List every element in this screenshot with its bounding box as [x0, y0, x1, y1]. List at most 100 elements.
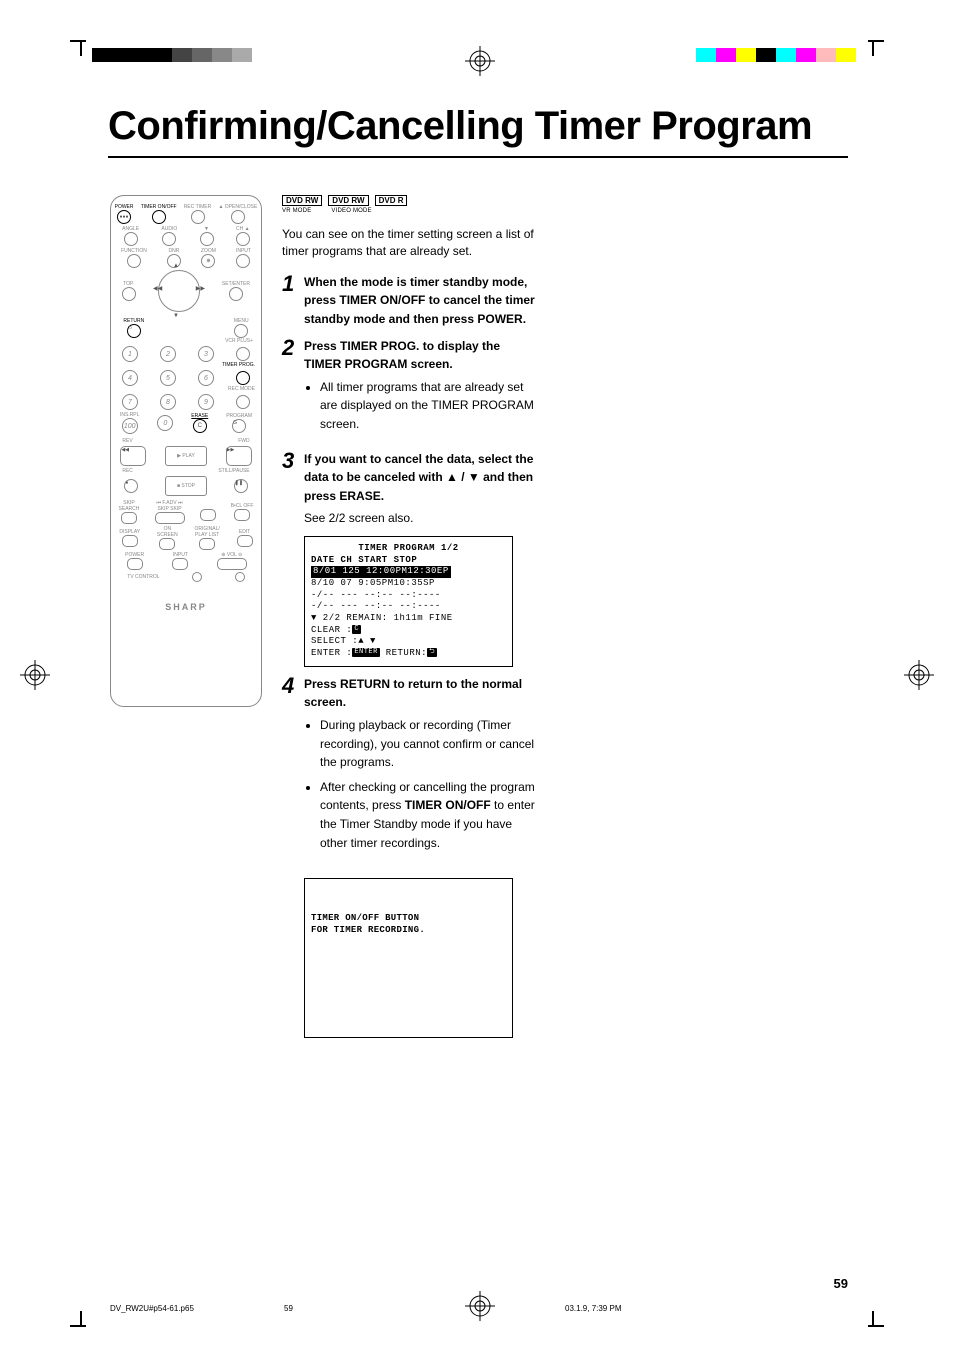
- remote-button: [121, 512, 137, 524]
- screen1-title: TIMER PROGRAM 1/2: [311, 543, 506, 555]
- remote-return-button: ⮌: [127, 324, 141, 338]
- step-num-3: 3: [282, 450, 304, 528]
- remote-button: ◀◀: [120, 446, 146, 466]
- step4-bold: RETURN: [340, 677, 390, 691]
- crop-mark: [80, 40, 82, 56]
- return-icon: ⮌: [427, 648, 437, 657]
- screen1-enter: ENTER :: [311, 648, 352, 658]
- remote-button: [229, 287, 243, 301]
- color-bar-left: [92, 48, 252, 62]
- screen1-row4: -/-- --- --:-- --:----: [311, 601, 506, 613]
- step1-bold2: POWER: [477, 312, 522, 326]
- step-1: 1 When the mode is timer standby mode, p…: [282, 273, 537, 329]
- subtag-video: VIDEO MODE: [331, 208, 371, 214]
- step1-post: .: [523, 312, 526, 326]
- remote-button: [235, 572, 245, 582]
- format-tags: DVD RW DVD RW DVD R: [282, 195, 537, 206]
- footer-file: DV_RW2U#p54-61.p65: [110, 1304, 194, 1313]
- remote-button: G: [232, 419, 246, 433]
- remote-button: [124, 232, 138, 246]
- color-bar-right: [696, 48, 856, 62]
- remote-button: [127, 254, 141, 268]
- screen1-clear-key: C: [352, 625, 361, 634]
- remote-button: [217, 558, 247, 570]
- remote-button: [234, 324, 248, 338]
- tag-dvd-rw-video: DVD RW: [328, 195, 368, 206]
- remote-button: ❚❚: [234, 479, 248, 493]
- timer-program-screen: TIMER PROGRAM 1/2 DATE CH START STOP 8/0…: [304, 536, 513, 667]
- screen1-row1: 8/01 125 12:00PM12:30EP: [311, 566, 451, 578]
- remote-play-button: ▶ PLAY: [165, 446, 207, 466]
- register-mark-top: [465, 46, 495, 76]
- remote-button: [122, 287, 136, 301]
- remote-button: [234, 509, 250, 521]
- remote-stop-button: ■ STOP: [165, 476, 207, 496]
- register-mark-left: [20, 660, 50, 690]
- screen1-header: DATE CH START STOP: [311, 555, 506, 567]
- tag-dvd-rw-vr: DVD RW: [282, 195, 322, 206]
- remote-button: [122, 535, 138, 547]
- remote-button: ●: [124, 479, 138, 493]
- remote-erase-button: C: [193, 419, 207, 433]
- step-num-4: 4: [282, 675, 304, 860]
- step-2: 2 Press TIMER PROG. to display the TIMER…: [282, 337, 537, 442]
- remote-timer-button: [152, 210, 166, 224]
- step3-arrows: ▲ / ▼: [446, 470, 480, 484]
- step3-see: See 2/2 screen also.: [304, 509, 537, 528]
- remote-timerprog-label: TIMER PROG.: [111, 362, 255, 368]
- remote-dpad: ▲ ▼ ◀◀ ▶▶: [158, 270, 200, 312]
- remote-timerprog-button: [236, 371, 250, 385]
- remote-power-button: ●●●: [117, 210, 131, 224]
- remote-button: [162, 232, 176, 246]
- crop-mark: [872, 1311, 874, 1327]
- page-number: 59: [834, 1276, 848, 1291]
- footer-page: 59: [284, 1304, 293, 1313]
- footer-info: DV_RW2U#p54-61.p65 59 03.1.9, 7:39 PM: [110, 1304, 850, 1313]
- step4-bullet1: During playback or recording (Timer reco…: [320, 716, 537, 772]
- screen1-select: SELECT :▲ ▼: [311, 636, 506, 648]
- step-num-1: 1: [282, 273, 304, 329]
- step1-bold1: TIMER ON/OFF: [339, 293, 425, 307]
- crop-mark: [872, 40, 874, 56]
- remote-logo: SHARP: [111, 602, 261, 612]
- screen2-l1: TIMER ON/OFF BUTTON: [311, 913, 506, 925]
- remote-button: ▶▶: [226, 446, 252, 466]
- remote-button: [159, 538, 175, 550]
- remote-button: ⊕: [201, 254, 215, 268]
- subtag-vr: VR MODE: [282, 208, 311, 214]
- remote-button: [236, 395, 250, 409]
- step-num-2: 2: [282, 337, 304, 442]
- tag-dvd-r: DVD R: [375, 195, 408, 206]
- crop-mark: [70, 40, 86, 42]
- crop-mark: [868, 1325, 884, 1327]
- step-3: 3 If you want to cancel the data, select…: [282, 450, 537, 528]
- step2-bold: TIMER PROG.: [340, 339, 419, 353]
- remote-button: [191, 210, 205, 224]
- step-4: 4 Press RETURN to return to the normal s…: [282, 675, 537, 860]
- format-subtags: VR MODE VIDEO MODE: [282, 208, 537, 214]
- remote-button: [155, 512, 185, 524]
- screen1-return: RETURN:: [380, 648, 427, 658]
- remote-button: [236, 232, 250, 246]
- screen1-row3: -/-- --- --:-- --:----: [311, 590, 506, 602]
- remote-button: [237, 535, 253, 547]
- crop-mark: [80, 1311, 82, 1327]
- screen1-footer: ▼ 2/2 REMAIN: 1h11m FINE: [311, 613, 506, 625]
- crop-mark: [868, 40, 884, 42]
- step4-pre: Press: [304, 677, 340, 691]
- remote-button: [200, 232, 214, 246]
- screen1-enter-key: ENTER: [352, 648, 380, 657]
- register-mark-right: [904, 660, 934, 690]
- footer-date: 03.1.9, 7:39 PM: [565, 1304, 621, 1313]
- step3-post: .: [381, 489, 384, 503]
- crop-mark: [70, 1325, 86, 1327]
- remote-control-illustration: POWER●●● TIMER ON/OFF REC TIMER ▲ OPEN/C…: [110, 195, 262, 707]
- remote-button: [236, 254, 250, 268]
- step4-bullet2bold: TIMER ON/OFF: [405, 798, 491, 812]
- remote-button: [200, 509, 216, 521]
- remote-button: [231, 210, 245, 224]
- remote-button: [199, 538, 215, 550]
- step2-pre: Press: [304, 339, 340, 353]
- remote-button: [127, 558, 143, 570]
- remote-button: [236, 347, 250, 361]
